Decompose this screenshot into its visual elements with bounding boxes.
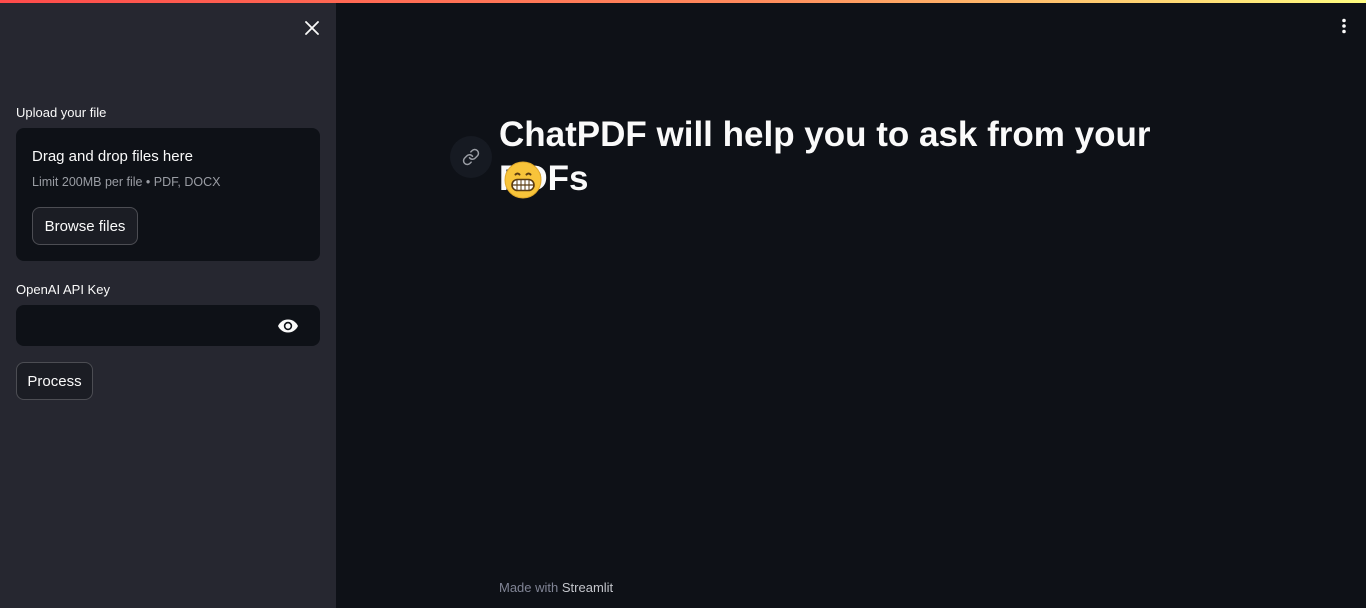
footer-prefix: Made with	[499, 580, 559, 595]
dropzone-limit-text: Limit 200MB per file • PDF, DOCX	[32, 175, 221, 189]
streamlit-link[interactable]: Streamlit	[562, 580, 613, 595]
browse-files-button[interactable]: Browse files	[32, 207, 138, 245]
toggle-visibility-button[interactable]	[276, 314, 300, 338]
api-key-field-container	[16, 305, 320, 346]
grinning-face-emoji-icon	[504, 161, 542, 199]
page-title: ChatPDF will help you to ask from your P…	[499, 115, 1151, 198]
eye-icon	[278, 319, 298, 333]
close-icon	[305, 21, 319, 35]
dropzone-title: Drag and drop files here	[32, 148, 193, 165]
file-dropzone[interactable]: Drag and drop files here Limit 200MB per…	[16, 128, 320, 261]
api-key-input[interactable]	[16, 305, 266, 346]
footer: Made with Streamlit	[499, 580, 613, 595]
main-menu-button[interactable]	[1332, 14, 1356, 38]
upload-label: Upload your file	[16, 105, 107, 120]
close-sidebar-button[interactable]	[300, 16, 324, 40]
title-anchor-link[interactable]	[450, 136, 492, 178]
link-icon	[462, 148, 480, 166]
more-vertical-icon	[1342, 18, 1346, 34]
header-decoration-bar	[0, 0, 1366, 3]
sidebar: Upload your file Drag and drop files her…	[0, 0, 336, 608]
process-button[interactable]: Process	[16, 362, 93, 400]
api-key-label: OpenAI API Key	[16, 282, 110, 297]
